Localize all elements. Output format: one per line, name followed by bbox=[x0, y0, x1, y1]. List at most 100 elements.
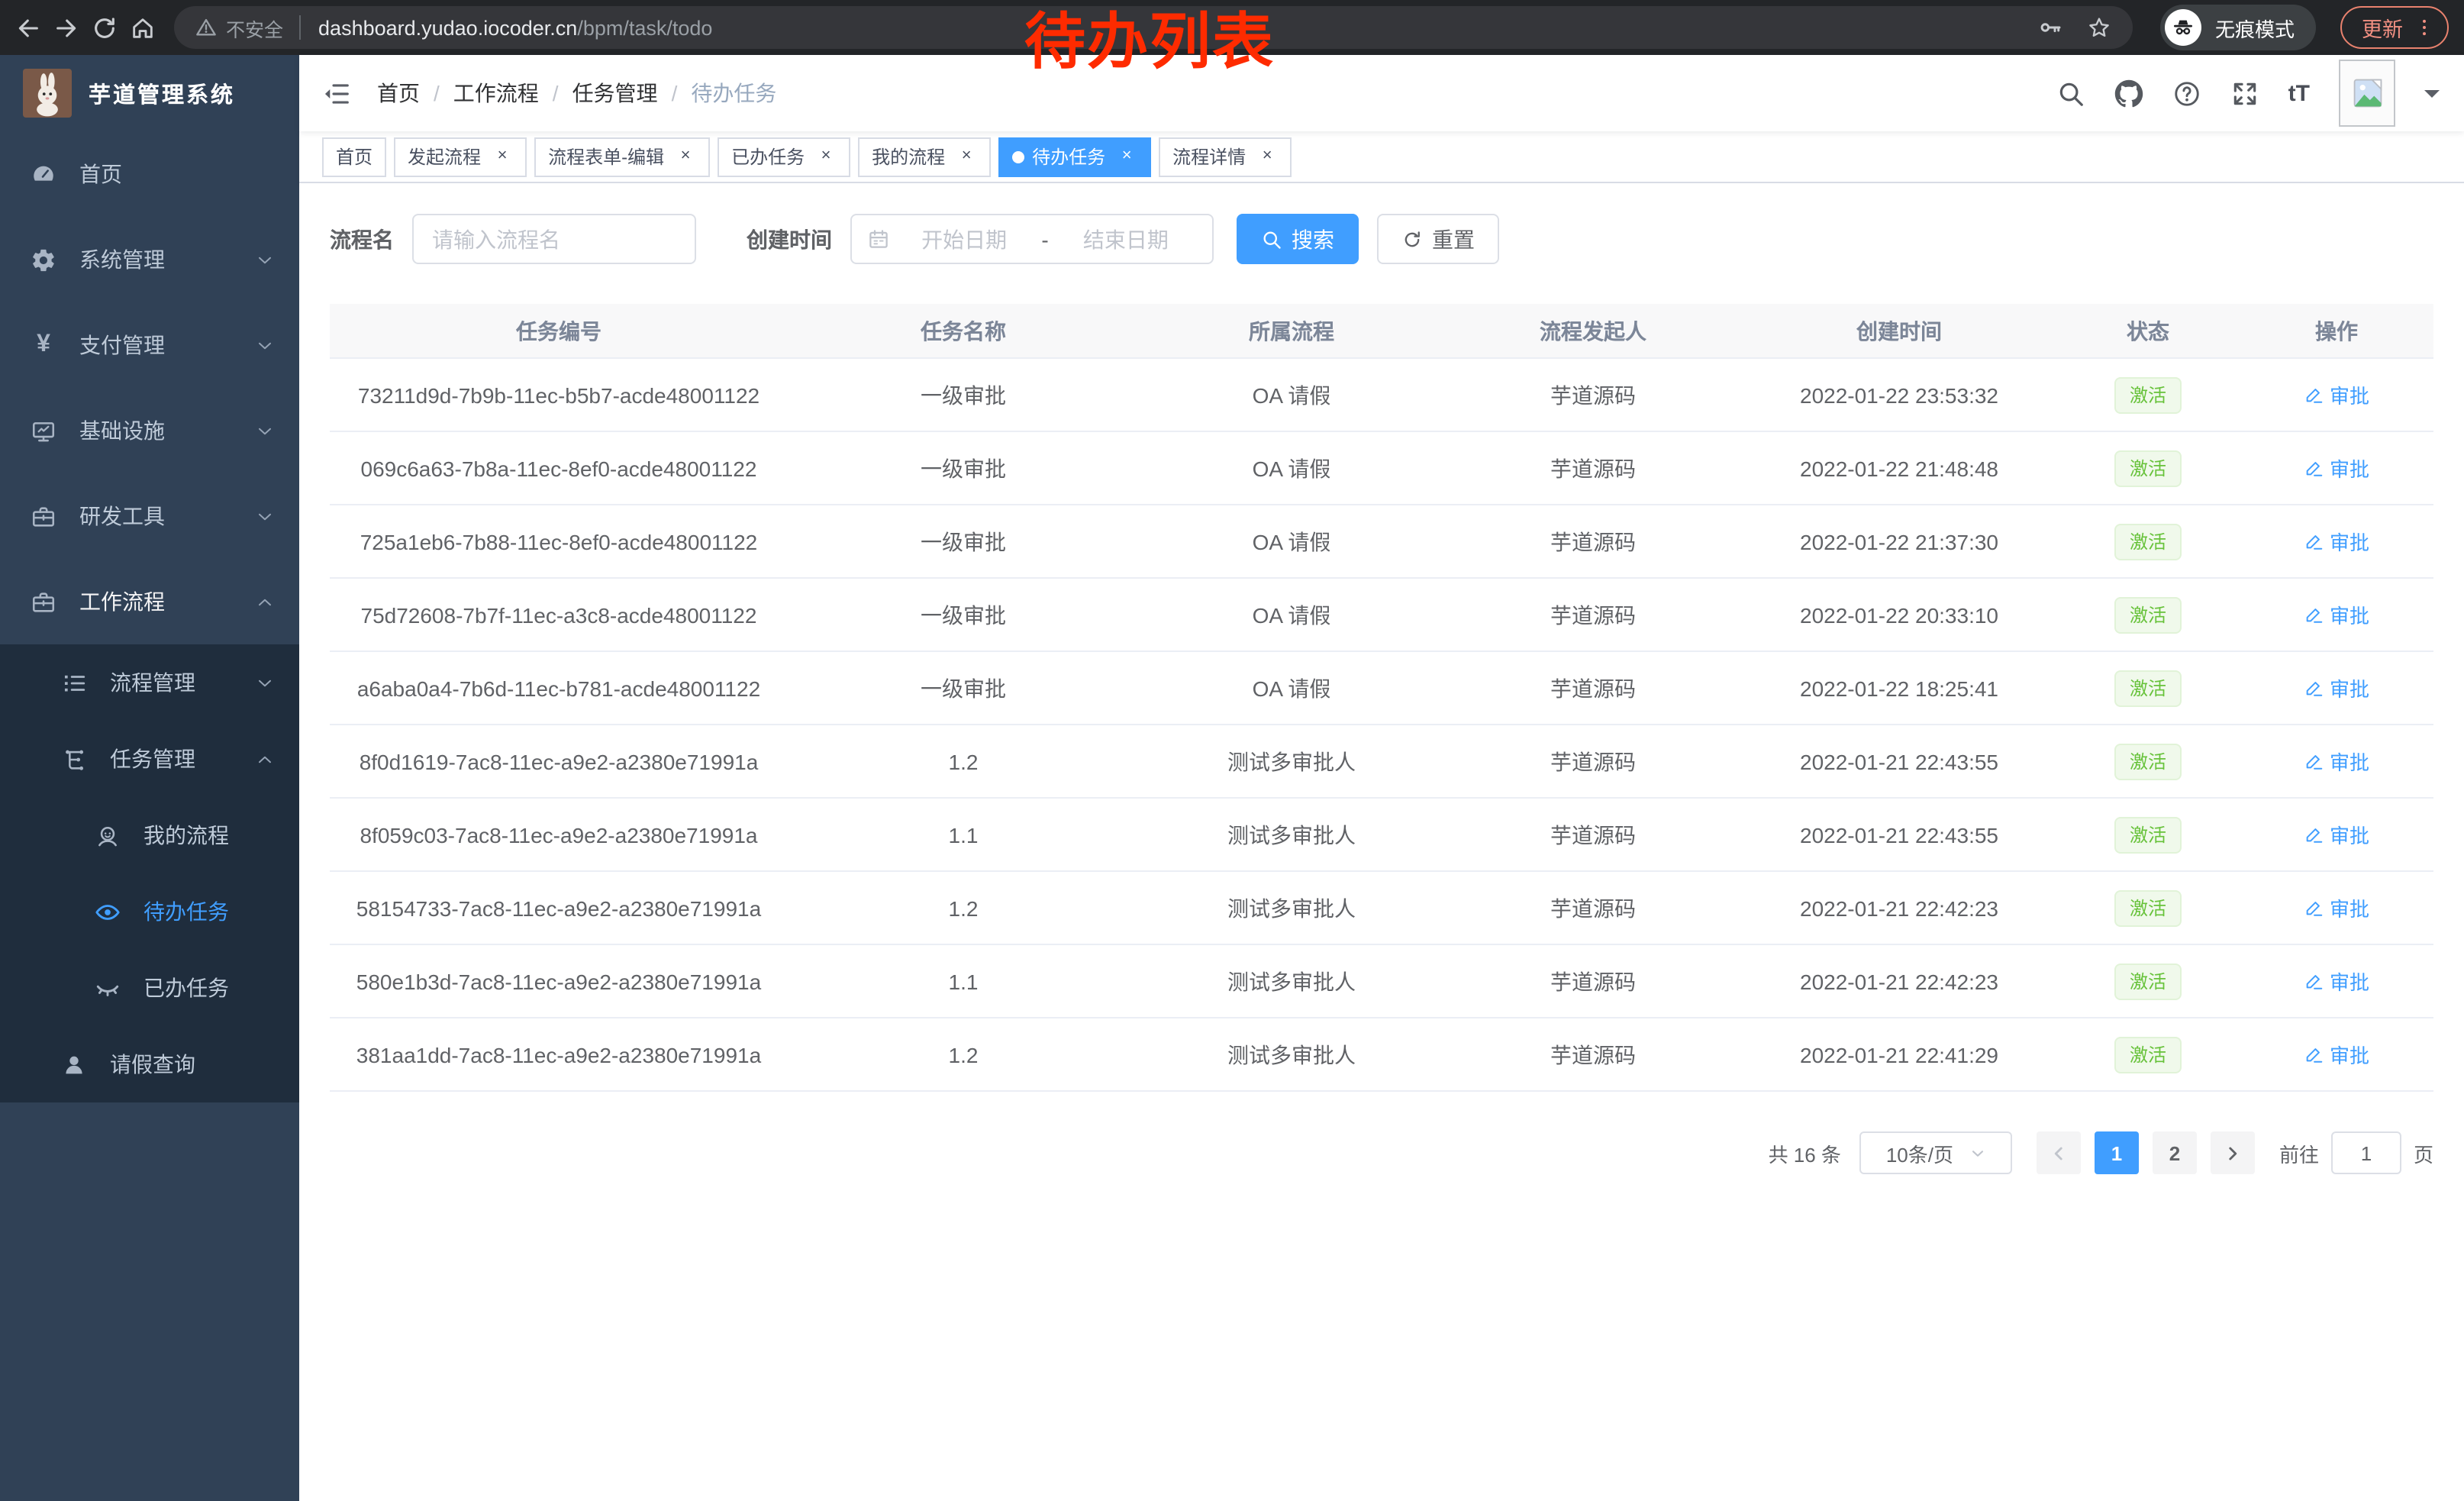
search-button[interactable]: 搜索 bbox=[1237, 214, 1359, 264]
task-id-cell: 58154733-7ac8-11ec-a9e2-a2380e71991a bbox=[330, 896, 788, 920]
date-range-picker[interactable]: 开始日期 - 结束日期 bbox=[850, 214, 1214, 264]
home-icon[interactable] bbox=[130, 15, 156, 40]
toolbox-icon bbox=[31, 503, 56, 529]
process-name-input[interactable] bbox=[412, 214, 696, 264]
tab-已办任务[interactable]: 已办任务× bbox=[718, 137, 850, 176]
sidebar-item-我的流程[interactable]: 我的流程 bbox=[0, 797, 299, 873]
sidebar-fold-icon[interactable] bbox=[322, 79, 351, 108]
sidebar-item-基础设施[interactable]: 基础设施 bbox=[0, 388, 299, 473]
created-time-cell: 2022-01-22 20:33:10 bbox=[1742, 602, 2056, 627]
created-time-cell: 2022-01-21 22:41:29 bbox=[1742, 1042, 2056, 1067]
action-cell: 审批 bbox=[2240, 747, 2433, 776]
tab-首页[interactable]: 首页 bbox=[322, 137, 386, 176]
tab-close-icon[interactable]: × bbox=[815, 146, 837, 167]
tab-待办任务[interactable]: 待办任务× bbox=[998, 137, 1151, 176]
approve-link[interactable]: 审批 bbox=[2304, 820, 2369, 849]
task-name-cell: 一级审批 bbox=[788, 673, 1139, 703]
status-cell: 激活 bbox=[2056, 523, 2240, 560]
breadcrumb-item-任务管理[interactable]: 任务管理 bbox=[572, 78, 658, 108]
fullscreen-icon[interactable] bbox=[2230, 79, 2259, 108]
app-title: 芋道管理系统 bbox=[89, 77, 235, 109]
tab-流程表单-编辑[interactable]: 流程表单-编辑× bbox=[534, 137, 710, 176]
sidebar-item-请假查询[interactable]: 请假查询 bbox=[0, 1026, 299, 1102]
tab-close-icon[interactable]: × bbox=[492, 146, 513, 167]
sidebar-item-首页[interactable]: 首页 bbox=[0, 131, 299, 217]
breadcrumb-item-工作流程[interactable]: 工作流程 bbox=[453, 78, 539, 108]
approve-link[interactable]: 审批 bbox=[2304, 893, 2369, 922]
sidebar-item-label: 请假查询 bbox=[110, 1049, 195, 1080]
page-button-2[interactable]: 2 bbox=[2153, 1131, 2197, 1174]
tab-close-icon[interactable]: × bbox=[675, 146, 696, 167]
sidebar-logo[interactable]: 芋道管理系统 bbox=[0, 55, 299, 131]
eye-icon bbox=[95, 899, 121, 925]
sidebar-item-研发工具[interactable]: 研发工具 bbox=[0, 473, 299, 559]
reload-icon[interactable] bbox=[92, 15, 118, 40]
sidebar-item-支付管理[interactable]: ¥支付管理 bbox=[0, 302, 299, 388]
help-icon[interactable] bbox=[2172, 79, 2201, 108]
tab-close-icon[interactable]: × bbox=[1256, 146, 1278, 167]
status-cell: 激活 bbox=[2056, 816, 2240, 853]
breadcrumb-separator: / bbox=[553, 81, 559, 105]
page-size-select[interactable]: 10条/页 bbox=[1859, 1131, 2012, 1174]
status-cell: 激活 bbox=[2056, 963, 2240, 999]
update-button[interactable]: 更新 bbox=[2340, 6, 2449, 49]
tab-close-icon[interactable]: × bbox=[1116, 146, 1137, 167]
column-header-操作: 操作 bbox=[2240, 315, 2433, 346]
action-cell: 审批 bbox=[2240, 893, 2433, 922]
tab-close-icon[interactable]: × bbox=[956, 146, 977, 167]
prev-page-button[interactable] bbox=[2037, 1131, 2081, 1174]
created-time-cell: 2022-01-21 22:42:23 bbox=[1742, 969, 2056, 993]
browser-menu-icon[interactable] bbox=[2414, 17, 2435, 38]
github-icon[interactable] bbox=[2114, 79, 2143, 108]
table-row: 58154733-7ac8-11ec-a9e2-a2380e71991a1.2测… bbox=[330, 872, 2433, 945]
reset-button[interactable]: 重置 bbox=[1377, 214, 1499, 264]
start-date-placeholder[interactable]: 开始日期 bbox=[893, 224, 1035, 254]
tab-我的流程[interactable]: 我的流程× bbox=[858, 137, 991, 176]
approve-link[interactable]: 审批 bbox=[2304, 747, 2369, 776]
sidebar-item-任务管理[interactable]: 任务管理 bbox=[0, 721, 299, 797]
approve-link[interactable]: 审批 bbox=[2304, 380, 2369, 409]
back-icon[interactable] bbox=[15, 15, 41, 40]
search-icon[interactable] bbox=[2056, 79, 2085, 108]
status-badge: 激活 bbox=[2114, 450, 2182, 486]
tab-发起流程[interactable]: 发起流程× bbox=[394, 137, 527, 176]
sidebar-item-系统管理[interactable]: 系统管理 bbox=[0, 217, 299, 302]
next-page-button[interactable] bbox=[2211, 1131, 2255, 1174]
update-label: 更新 bbox=[2362, 12, 2403, 43]
chevron-down-icon bbox=[255, 421, 275, 441]
approve-link-label: 审批 bbox=[2330, 380, 2369, 409]
approve-link[interactable]: 审批 bbox=[2304, 600, 2369, 629]
page-number-list: 12 bbox=[2095, 1131, 2197, 1174]
approve-link[interactable]: 审批 bbox=[2304, 673, 2369, 702]
font-size-icon[interactable]: tT bbox=[2288, 82, 2310, 105]
avatar-caret-icon[interactable] bbox=[2424, 89, 2440, 105]
sidebar-item-待办任务[interactable]: 待办任务 bbox=[0, 873, 299, 950]
page-button-1[interactable]: 1 bbox=[2095, 1131, 2139, 1174]
incognito-badge: 无痕模式 bbox=[2160, 5, 2316, 50]
approve-link[interactable]: 审批 bbox=[2304, 454, 2369, 483]
bookmark-star-icon[interactable] bbox=[2087, 15, 2111, 40]
approve-link[interactable]: 审批 bbox=[2304, 527, 2369, 556]
status-cell: 激活 bbox=[2056, 743, 2240, 780]
status-cell: 激活 bbox=[2056, 1036, 2240, 1073]
action-cell: 审批 bbox=[2240, 673, 2433, 702]
breadcrumb-item-首页[interactable]: 首页 bbox=[377, 78, 420, 108]
tab-流程详情[interactable]: 流程详情× bbox=[1159, 137, 1292, 176]
avatar[interactable] bbox=[2339, 60, 2395, 127]
approve-link[interactable]: 审批 bbox=[2304, 1040, 2369, 1069]
end-date-placeholder[interactable]: 结束日期 bbox=[1055, 224, 1197, 254]
sidebar-item-已办任务[interactable]: 已办任务 bbox=[0, 950, 299, 1026]
approve-link[interactable]: 审批 bbox=[2304, 967, 2369, 996]
url-path: /bpm/task/todo bbox=[577, 16, 712, 39]
user-icon bbox=[61, 1051, 87, 1077]
goto-page-input[interactable] bbox=[2331, 1131, 2401, 1174]
sidebar-item-流程管理[interactable]: 流程管理 bbox=[0, 644, 299, 721]
created-time-cell: 2022-01-22 18:25:41 bbox=[1742, 676, 2056, 700]
password-key-icon[interactable] bbox=[2038, 15, 2062, 40]
task-table: 任务编号任务名称所属流程流程发起人创建时间状态操作 73211d9d-7b9b-… bbox=[330, 304, 2433, 1092]
process-cell: 测试多审批人 bbox=[1139, 1039, 1444, 1070]
sidebar-item-工作流程[interactable]: 工作流程 bbox=[0, 559, 299, 644]
forward-icon[interactable] bbox=[53, 15, 79, 40]
navbar-actions: tT bbox=[2056, 60, 2440, 127]
process-cell: OA 请假 bbox=[1139, 379, 1444, 410]
